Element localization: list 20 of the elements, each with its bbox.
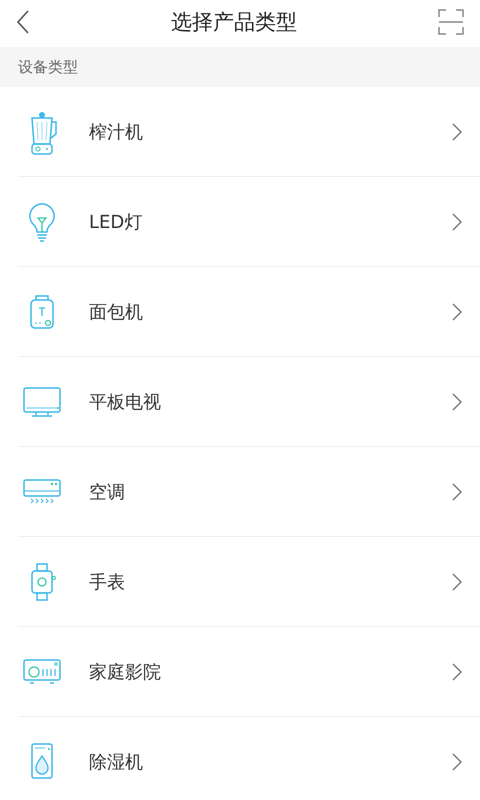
- back-icon[interactable]: [16, 9, 30, 35]
- chevron-right-icon: [452, 302, 462, 320]
- device-type-item[interactable]: 家庭影院: [18, 627, 480, 716]
- device-type-item[interactable]: 空调: [18, 447, 480, 536]
- device-type-item[interactable]: 除湿机: [18, 717, 480, 800]
- chevron-right-icon: [452, 662, 462, 680]
- chevron-right-icon: [452, 392, 462, 410]
- page-title: 选择产品类型: [171, 9, 297, 36]
- device-type-item[interactable]: LED灯: [18, 177, 480, 266]
- section-label: 设备类型: [18, 58, 78, 76]
- device-type-item[interactable]: 面包机: [18, 267, 480, 356]
- chevron-right-icon: [452, 212, 462, 230]
- device-type-item[interactable]: 平板电视: [18, 357, 480, 446]
- chevron-right-icon: [452, 482, 462, 500]
- chevron-right-icon: [452, 572, 462, 590]
- scan-icon[interactable]: [438, 9, 464, 35]
- chevron-right-icon: [452, 122, 462, 140]
- device-type-item[interactable]: 手表: [18, 537, 480, 626]
- device-type-item[interactable]: 榨汁机: [18, 87, 480, 176]
- chevron-right-icon: [452, 752, 462, 770]
